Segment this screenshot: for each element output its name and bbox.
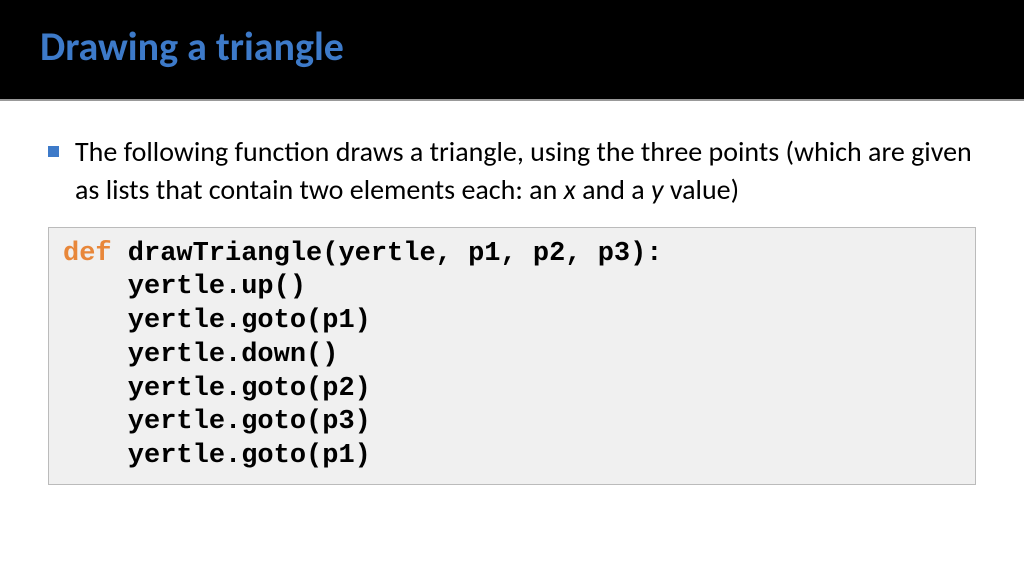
bullet-italic-x: x <box>564 172 576 207</box>
bullet-item: The following function draws a triangle,… <box>48 133 976 209</box>
code-keyword-def: def <box>63 239 112 269</box>
code-line-2: yertle.up() <box>63 272 306 302</box>
bullet-text-part3: value) <box>664 172 740 207</box>
code-line-7: yertle.goto(p1) <box>63 441 371 471</box>
slide-header: Drawing a triangle <box>0 0 1024 101</box>
bullet-italic-y: y <box>651 172 664 207</box>
bullet-marker-icon <box>48 146 59 157</box>
code-line-1-rest: drawTriangle(yertle, p1, p2, p3): <box>112 239 663 269</box>
bullet-text: The following function draws a triangle,… <box>75 133 976 209</box>
code-line-5: yertle.goto(p2) <box>63 374 371 404</box>
code-line-4: yertle.down() <box>63 340 338 370</box>
code-line-3: yertle.goto(p1) <box>63 306 371 336</box>
slide-content: The following function draws a triangle,… <box>0 101 1024 485</box>
code-block: def drawTriangle(yertle, p1, p2, p3): ye… <box>48 227 976 485</box>
slide-title: Drawing a triangle <box>40 22 984 71</box>
code-line-6: yertle.goto(p3) <box>63 407 371 437</box>
bullet-text-part1: The following function draws a triangle,… <box>75 134 972 207</box>
bullet-text-part2: and a <box>576 172 651 207</box>
